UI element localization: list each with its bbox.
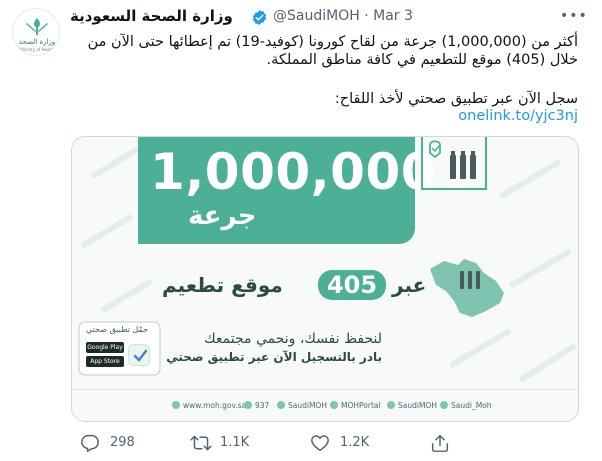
twitter-icon [277,401,285,409]
share-button[interactable] [430,430,460,456]
more-icon[interactable]: ••• [560,8,587,26]
reply-button[interactable]: 298 [80,430,160,456]
separator: · [364,8,369,24]
like-button[interactable]: 1.2K [310,430,390,456]
saudi-map-icon [430,259,504,317]
tweet-date[interactable]: Mar 3 [373,8,413,24]
footer-divider [72,389,578,390]
sites-label: موقع تطعيم [162,273,283,297]
tweet-text-line1: أكثر من (1,000,000) جرعة من لقاح كورونا … [87,34,578,50]
vaccine-vials-icon [421,137,487,190]
footer-phone: 937 [255,401,270,410]
retweet-button[interactable]: 1.1K [190,430,270,456]
media-card[interactable]: 1,000,000 جرعة موقع تطعيم 405 عبر لنحفظ … [71,136,579,422]
doses-number: 1,000,000 [150,143,437,201]
retweet-icon [190,435,212,451]
tweet-header: وزارة الصحة السعودية @SaudiMOH · Mar 3 •… [70,6,587,28]
author-name[interactable]: وزارة الصحة السعودية [70,7,233,25]
reply-count: 298 [110,435,135,450]
footer-portal: MOHPortal [341,401,381,410]
reply-icon [81,434,99,452]
avatar-logo-subtext: Ministry of Health [19,47,55,52]
like-count: 1.2K [340,435,370,450]
instagram-icon [440,401,448,409]
footer-website: www.moh.gov.sa [183,401,247,410]
phone-icon [244,401,252,409]
slogan-line1: لنحفظ نفسك، ونحمي مجتمعك [204,331,382,347]
footer-insta: Saudi_Moh [451,401,492,410]
retweet-count: 1.1K [220,435,250,450]
doses-label: جرعة [188,201,257,231]
sites-prefix: عبر [392,273,427,297]
action-bar: 298 1.1K 1.2K [70,430,570,456]
like-icon [311,435,329,452]
sehhaty-app-icon [128,344,150,366]
sites-number: 405 [318,270,386,300]
avatar-logo-text: وزارة الصحة [19,38,55,46]
footer-twitter: SaudiMOH [288,401,327,410]
app-store-button[interactable]: App Store [86,356,124,367]
footer-snap: SaudiMOH [398,401,437,410]
handle: @SaudiMOH [273,8,360,24]
share-icon [431,434,449,452]
avatar[interactable]: وزارة الصحة Ministry of Health [12,8,60,56]
youtube-icon [330,401,338,409]
google-play-button[interactable]: Google Play [86,342,124,353]
slogan-line2: بادر بالتسجيل الآن عبر تطبيق صحتي [166,350,382,364]
card-footer: www.moh.gov.sa 937 SaudiMOH MOHPortal Sa… [72,397,578,413]
app-download-label: حمّل تطبيق صحتي [86,325,149,334]
tweet[interactable]: وزارة الصحة Ministry of Health وزارة الص… [0,0,602,461]
tweet-text-line2: خلال (405) موقع للتطعيم في كافة مناطق ال… [266,52,578,68]
tweet-text-line3: سجل الآن عبر تطبيق صحتي لأخذ اللقاح: [334,91,578,107]
verified-badge-icon [252,10,267,25]
tweet-link[interactable]: onelink.to/yjc3nj [458,108,578,124]
web-icon [172,401,180,409]
snapchat-icon [387,401,395,409]
handle-and-date[interactable]: @SaudiMOH · Mar 3 [273,8,413,24]
